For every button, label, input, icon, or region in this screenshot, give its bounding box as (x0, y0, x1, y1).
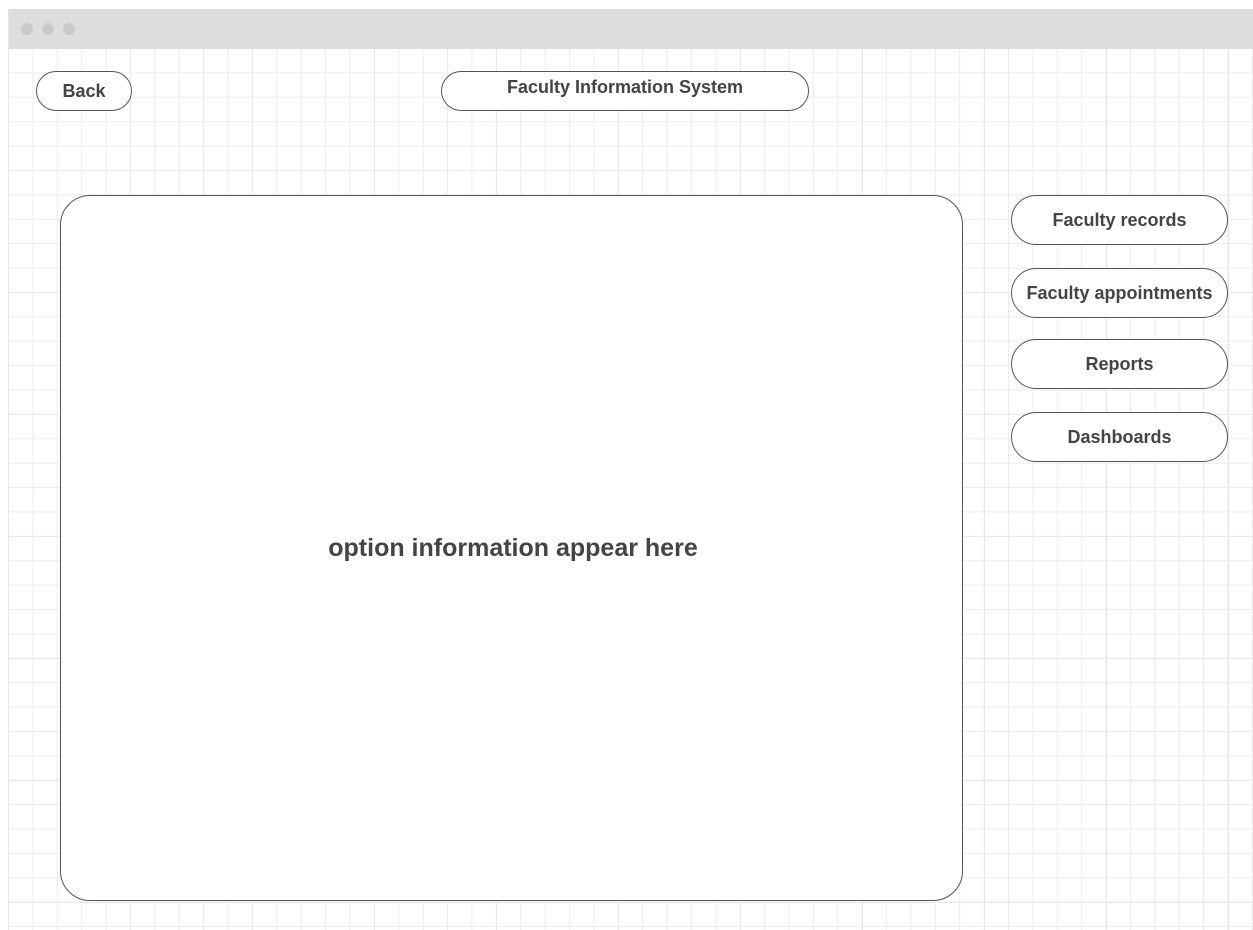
faculty-appointments-button[interactable]: Faculty appointments (1011, 268, 1228, 318)
content-panel: option information appear here (60, 195, 963, 901)
content-placeholder-text: option information appear here (328, 533, 698, 562)
back-button[interactable]: Back (36, 71, 132, 111)
wireframe-canvas: Back Faculty Information System option i… (9, 49, 1253, 930)
browser-window: Back Faculty Information System option i… (8, 9, 1253, 930)
window-close-dot-icon[interactable] (21, 23, 33, 35)
window-titlebar (9, 9, 1253, 49)
reports-button[interactable]: Reports (1011, 339, 1228, 389)
page-title: Faculty Information System (441, 71, 809, 111)
faculty-records-button[interactable]: Faculty records (1011, 195, 1228, 245)
window-maximize-dot-icon[interactable] (63, 23, 75, 35)
window-minimize-dot-icon[interactable] (42, 23, 54, 35)
dashboards-button[interactable]: Dashboards (1011, 412, 1228, 462)
